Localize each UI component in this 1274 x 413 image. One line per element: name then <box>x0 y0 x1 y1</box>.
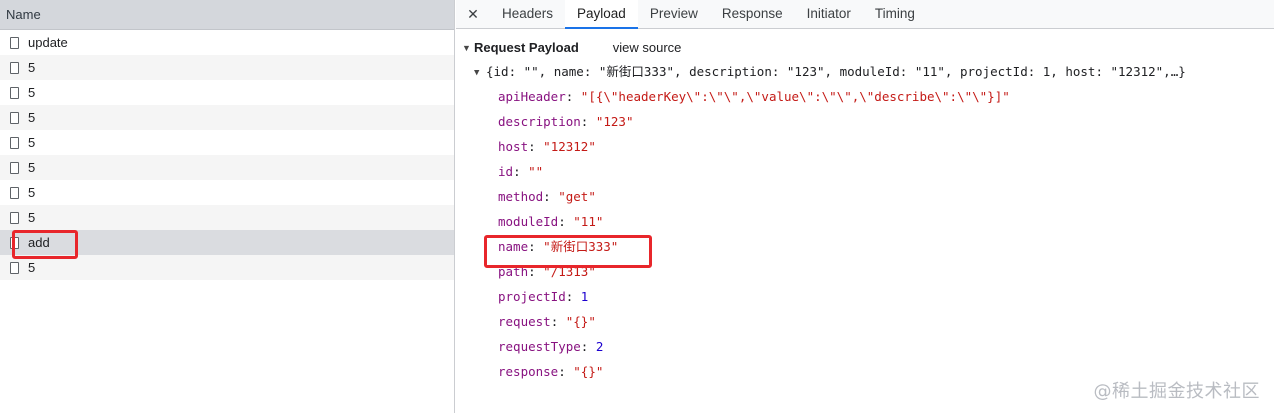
payload-summary[interactable]: ▼ {id: "", name: "新街口333", description: "… <box>456 59 1274 84</box>
request-name: 5 <box>28 110 36 125</box>
request-row[interactable]: 5 <box>0 155 454 180</box>
tab-initiator[interactable]: Initiator <box>795 0 863 28</box>
file-icon <box>10 37 19 49</box>
close-icon[interactable]: ✕ <box>464 0 482 28</box>
property-value: "" <box>528 164 544 179</box>
property-key: id <box>498 164 514 179</box>
tab-payload[interactable]: Payload <box>565 0 638 29</box>
request-row[interactable]: 5 <box>0 55 454 80</box>
triangle-down-icon[interactable]: ▼ <box>474 61 486 86</box>
property-value: "get" <box>558 189 596 204</box>
request-name: 5 <box>28 135 36 150</box>
request-payload-header[interactable]: ▼ Request Payload view source <box>456 37 1274 59</box>
request-name: update <box>28 35 68 50</box>
property-colon: : <box>558 364 574 379</box>
property-colon: : <box>565 89 581 104</box>
tab-list: Headers Payload Preview Response Initiator Ti… <box>490 0 927 29</box>
payload-property[interactable]: apiHeader: "[{\"headerKey\":\"\",\"value… <box>456 84 1274 109</box>
file-icon <box>10 112 19 124</box>
payload-view: ▼ Request Payload view source ▼ {id: "", na… <box>456 29 1274 384</box>
file-icon <box>10 162 19 174</box>
request-list-panel: Name update 5 5 5 5 5 5 5 add 5 <box>0 0 455 413</box>
payload-property[interactable]: id: "" <box>456 159 1274 184</box>
name-column-header[interactable]: Name <box>0 0 454 30</box>
request-row[interactable]: update <box>0 30 454 55</box>
property-value: "11" <box>573 214 604 229</box>
payload-property[interactable]: moduleId: "11" <box>456 209 1274 234</box>
property-value: "[{\"headerKey\":\"\",\"value\":\"\",\"d… <box>580 89 1010 104</box>
property-key: method <box>498 189 544 204</box>
details-panel: ✕ Headers Payload Preview Response Initiator… <box>456 0 1274 413</box>
payload-property[interactable]: requestType: 2 <box>456 334 1274 359</box>
view-source-link[interactable]: view source <box>613 40 682 55</box>
property-key: projectId <box>498 289 566 304</box>
request-row[interactable]: 5 <box>0 130 454 155</box>
property-colon: : <box>580 114 596 129</box>
request-name: 5 <box>28 160 36 175</box>
property-colon: : <box>550 314 566 329</box>
tab-response[interactable]: Response <box>710 0 795 28</box>
file-icon <box>10 187 19 199</box>
property-colon: : <box>528 139 544 154</box>
tab-timing[interactable]: Timing <box>863 0 927 28</box>
property-value: "12312" <box>543 139 596 154</box>
payload-properties: apiHeader: "[{\"headerKey\":\"\",\"value… <box>456 84 1274 384</box>
request-row[interactable]: 5 <box>0 80 454 105</box>
property-key: response <box>498 364 559 379</box>
request-payload-title: Request Payload <box>474 40 579 55</box>
watermark: @稀土掘金技术社区 <box>1093 381 1260 402</box>
request-name: 5 <box>28 85 36 100</box>
payload-property[interactable]: description: "123" <box>456 109 1274 134</box>
property-value: "{}" <box>565 314 596 329</box>
request-row[interactable]: 5 <box>0 180 454 205</box>
property-key: moduleId <box>498 214 559 229</box>
tab-preview[interactable]: Preview <box>638 0 710 28</box>
payload-property[interactable]: host: "12312" <box>456 134 1274 159</box>
triangle-down-icon[interactable]: ▼ <box>462 37 474 59</box>
payload-property[interactable]: projectId: 1 <box>456 284 1274 309</box>
request-row[interactable]: 5 <box>0 205 454 230</box>
payload-summary-text: {id: "", name: "新街口333", description: "1… <box>486 64 1186 79</box>
property-colon: : <box>513 164 529 179</box>
request-name: 5 <box>28 260 36 275</box>
property-key: requestType <box>498 339 581 354</box>
property-key: apiHeader <box>498 89 566 104</box>
property-colon: : <box>565 289 581 304</box>
property-key: description <box>498 114 581 129</box>
request-row[interactable]: 5 <box>0 105 454 130</box>
tab-headers[interactable]: Headers <box>490 0 565 28</box>
file-icon <box>10 87 19 99</box>
property-colon: : <box>558 214 574 229</box>
property-key: request <box>498 314 551 329</box>
payload-property[interactable]: method: "get" <box>456 184 1274 209</box>
file-icon <box>10 137 19 149</box>
property-colon: : <box>543 189 559 204</box>
request-name: 5 <box>28 60 36 75</box>
property-key: host <box>498 139 529 154</box>
details-tabbar: ✕ Headers Payload Preview Response Initiator… <box>456 0 1274 29</box>
payload-property[interactable]: request: "{}" <box>456 309 1274 334</box>
file-icon <box>10 212 19 224</box>
property-value: "{}" <box>573 364 604 379</box>
property-value: 1 <box>580 289 589 304</box>
file-icon <box>10 262 19 274</box>
highlight-box-moduleid <box>484 235 652 268</box>
property-colon: : <box>580 339 596 354</box>
file-icon <box>10 62 19 74</box>
request-name: 5 <box>28 210 36 225</box>
property-value: 2 <box>595 339 604 354</box>
request-name: 5 <box>28 185 36 200</box>
highlight-box-add <box>12 230 78 259</box>
property-value: "123" <box>595 114 634 129</box>
